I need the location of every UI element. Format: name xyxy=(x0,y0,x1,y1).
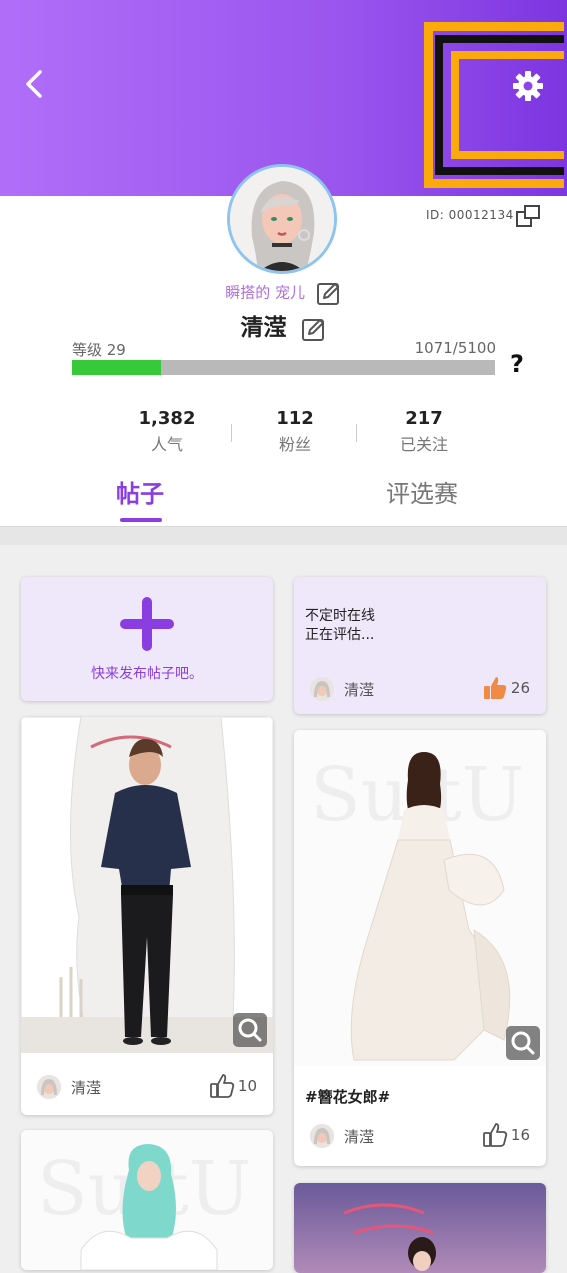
stat-divider xyxy=(356,424,357,442)
like-count: 16 xyxy=(510,1126,530,1144)
nickname-text: 瞬搭的 宠儿 xyxy=(225,283,305,302)
card-footer: 清滢 16 xyxy=(294,1116,546,1160)
post-image[interactable]: SuitU xyxy=(294,730,546,1066)
level-progress-fill xyxy=(72,360,161,375)
stat-popularity[interactable]: 1,382 人气 xyxy=(107,408,227,455)
create-post-card[interactable]: 快来发布帖子吧。 xyxy=(21,577,273,701)
card-footer: 清滢 26 xyxy=(294,669,546,713)
settings-gear-icon[interactable] xyxy=(510,68,546,104)
status-text: 不定时在线 正在评估... xyxy=(305,607,375,645)
author-name[interactable]: 清滢 xyxy=(344,679,374,700)
author-name[interactable]: 清滢 xyxy=(344,1126,374,1147)
edit-nickname-icon[interactable] xyxy=(316,280,342,306)
copy-icon[interactable] xyxy=(516,205,542,227)
level-label: 等级 29 xyxy=(72,341,126,359)
profile-avatar[interactable] xyxy=(227,164,337,274)
stat-value: 112 xyxy=(276,408,314,429)
profile-panel: ID: 00012134 瞬搭的 宠儿 清滢 等级 29 1071/5100 ?… xyxy=(0,164,567,526)
post-image[interactable]: SuitU xyxy=(21,1130,273,1270)
stat-label: 人气 xyxy=(150,435,183,454)
author-avatar[interactable] xyxy=(37,1075,61,1099)
highlight-annotation xyxy=(424,22,564,188)
status-line-2: 正在评估... xyxy=(305,627,375,643)
status-card[interactable]: 不定时在线 正在评估... 清滢 26 xyxy=(294,577,546,714)
status-line-1: 不定时在线 xyxy=(305,608,375,624)
like-count: 10 xyxy=(237,1077,257,1095)
thumbs-up-icon[interactable] xyxy=(482,1122,508,1148)
tab-bar: 帖子 评选赛 xyxy=(0,474,567,524)
thumbs-up-icon[interactable] xyxy=(482,675,508,701)
create-post-label: 快来发布帖子吧。 xyxy=(91,666,203,682)
stat-value: 1,382 xyxy=(138,408,196,429)
author-avatar[interactable] xyxy=(310,677,334,701)
edit-username-icon[interactable] xyxy=(301,316,327,342)
post-tag[interactable]: #簪花女郎# xyxy=(305,1086,390,1107)
tab-posts[interactable]: 帖子 xyxy=(116,474,164,509)
username-row: 清滢 xyxy=(0,308,567,342)
author-name[interactable]: 清滢 xyxy=(71,1077,101,1098)
post-image[interactable] xyxy=(21,717,273,1054)
zoom-icon[interactable] xyxy=(506,1026,540,1060)
back-button[interactable] xyxy=(18,66,54,102)
post-card[interactable]: 清滢 10 xyxy=(21,717,273,1115)
stat-fans[interactable]: 112 粉丝 xyxy=(235,408,355,455)
level-help-button[interactable]: ? xyxy=(510,350,524,378)
plus-icon xyxy=(120,597,174,651)
tab-contests[interactable]: 评选赛 xyxy=(386,474,458,509)
card-footer: 清滢 10 xyxy=(21,1067,273,1111)
stats-row: 1,382 人气 112 粉丝 217 已关注 xyxy=(0,408,567,458)
level-progress-bar xyxy=(72,360,495,375)
stat-label: 粉丝 xyxy=(278,435,311,454)
level-progress-text: 1071/5100 xyxy=(414,339,496,357)
zoom-icon[interactable] xyxy=(233,1013,267,1047)
active-tab-indicator xyxy=(120,518,162,522)
author-avatar[interactable] xyxy=(310,1124,334,1148)
like-count: 26 xyxy=(510,679,530,697)
post-card[interactable]: SuitU #簪花女郎# 清滢 16 xyxy=(294,730,546,1166)
user-id-label: ID: 00012134 xyxy=(426,208,514,222)
stat-value: 217 xyxy=(405,408,443,429)
section-divider xyxy=(0,526,567,545)
username-text: 清滢 xyxy=(240,315,287,341)
stat-label: 已关注 xyxy=(399,435,448,454)
thumbs-up-icon[interactable] xyxy=(209,1073,235,1099)
post-card[interactable]: SuitU xyxy=(21,1130,273,1270)
stat-divider xyxy=(231,424,232,442)
stat-following[interactable]: 217 已关注 xyxy=(364,408,484,455)
nickname-row: 瞬搭的 宠儿 xyxy=(0,280,567,306)
